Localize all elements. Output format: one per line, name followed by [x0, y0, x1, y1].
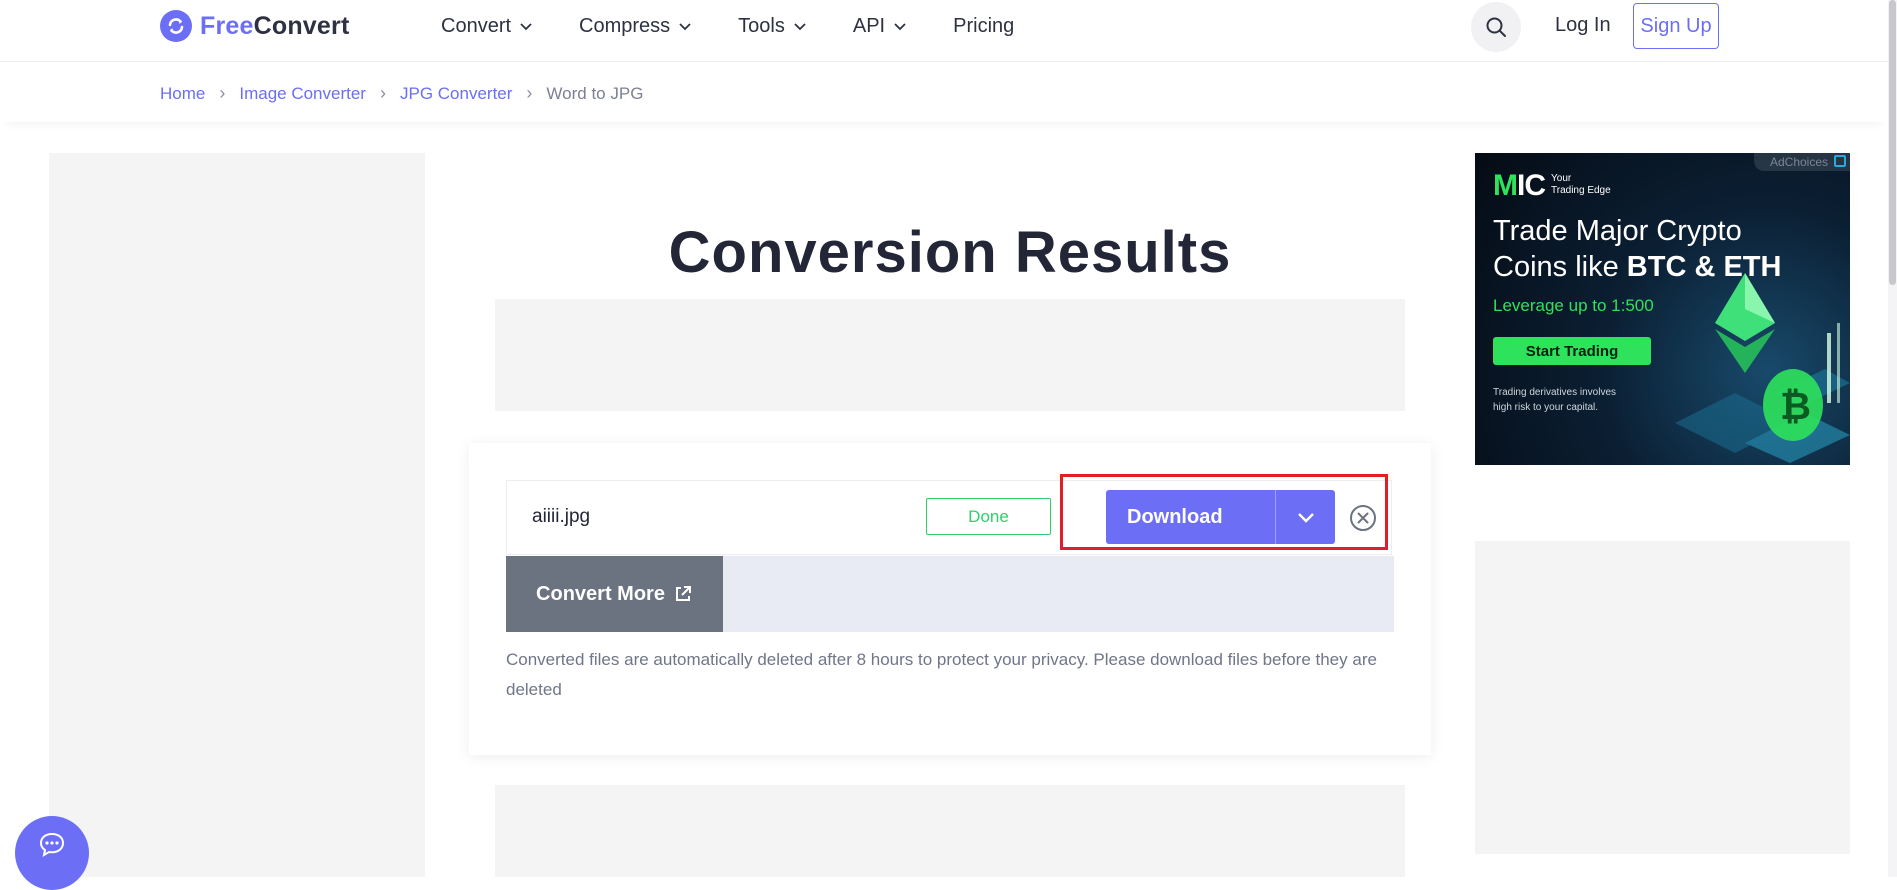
chevron-right-icon: ›: [526, 83, 533, 103]
nav-pricing-label: Pricing: [953, 14, 1015, 37]
nav-tools[interactable]: Tools: [738, 15, 807, 38]
adchoices-icon: [1834, 155, 1846, 167]
nav-api[interactable]: API: [853, 15, 907, 38]
nav-api-label: API: [852, 14, 886, 37]
download-options-toggle[interactable]: [1275, 490, 1335, 544]
download-button-label[interactable]: Download: [1106, 490, 1275, 544]
breadcrumb-current: Word to JPG: [546, 83, 644, 103]
chevron-down-icon: [679, 23, 691, 31]
ad-slot-bottom: [495, 785, 1405, 877]
result-actions-row: Convert More: [506, 556, 1394, 632]
ad-slot-left: [49, 153, 425, 877]
nav-convert[interactable]: Convert: [441, 15, 533, 38]
top-navigation-bar: FreeConvert Convert Compress Tools API P…: [0, 0, 1888, 62]
ad-brand-tagline: Your Trading Edge: [1551, 173, 1611, 197]
chevron-down-icon: [1297, 513, 1314, 523]
ad-leverage-text: Leverage up to 1:500: [1493, 296, 1654, 315]
main-nav: Convert Compress Tools API Pricing: [441, 0, 1060, 52]
ad-start-trading-button[interactable]: Start Trading: [1493, 337, 1651, 365]
status-badge: Done: [926, 498, 1051, 535]
ad-brand-tagline-2: Trading Edge: [1551, 185, 1611, 196]
ad-brand-tagline-1: Your: [1551, 173, 1572, 184]
convert-logo-icon: [160, 10, 192, 42]
crypto-artwork-icon: ₿: [1675, 273, 1850, 463]
search-button[interactable]: [1471, 2, 1521, 52]
chevron-down-icon: [894, 23, 906, 31]
logo-text-convert: Convert: [253, 11, 350, 40]
ad-headline-line2-prefix: Coins like: [1493, 251, 1627, 283]
nav-tools-label: Tools: [738, 14, 785, 37]
logo-text: FreeConvert: [200, 12, 349, 41]
breadcrumb: Home › Image Converter › JPG Converter ›…: [160, 83, 643, 104]
external-link-icon: [675, 586, 691, 601]
ad-disclaimer: Trading derivatives involves high risk t…: [1493, 385, 1643, 415]
signup-button[interactable]: Sign Up: [1633, 3, 1719, 49]
adchoices-badge[interactable]: AdChoices: [1753, 153, 1850, 171]
login-link[interactable]: Log In: [1555, 14, 1611, 37]
ad-brand: MIC Your Trading Edge: [1493, 169, 1611, 203]
chevron-right-icon: ›: [379, 83, 386, 103]
page-scrollbar[interactable]: [1888, 0, 1897, 877]
chevron-down-icon: [520, 23, 532, 31]
ad-headline-line1: Trade Major Crypto: [1493, 215, 1742, 247]
nav-compress-label: Compress: [579, 14, 671, 37]
download-button[interactable]: Download: [1106, 490, 1335, 544]
nav-compress[interactable]: Compress: [579, 15, 692, 38]
chevron-right-icon: ›: [219, 83, 226, 103]
ad-disclaimer-1: Trading derivatives involves: [1493, 387, 1617, 398]
breadcrumb-home[interactable]: Home: [160, 84, 205, 104]
svg-text:₿: ₿: [1780, 384, 1811, 428]
close-circle-icon: [1350, 505, 1376, 531]
page-title: Conversion Results: [668, 219, 1232, 285]
nav-convert-label: Convert: [441, 14, 512, 37]
breadcrumb-bar: Home › Image Converter › JPG Converter ›…: [0, 62, 1888, 122]
chat-bubble-icon: [39, 832, 65, 858]
freeconvert-logo[interactable]: FreeConvert: [160, 10, 349, 42]
file-name: aiiii.jpg: [532, 506, 591, 527]
ad-slot-top: [495, 299, 1405, 411]
scrollbar-thumb[interactable]: [1889, 0, 1896, 285]
convert-more-label: Convert More: [536, 582, 665, 605]
nav-pricing[interactable]: Pricing: [953, 15, 1014, 38]
ad-disclaimer-2: high risk to your capital.: [1493, 402, 1599, 413]
ad-slot-right-lower: [1475, 541, 1850, 854]
search-icon: [1486, 17, 1506, 37]
convert-more-button[interactable]: Convert More: [506, 556, 723, 632]
privacy-note: Converted files are automatically delete…: [506, 650, 1377, 699]
logo-text-free: Free: [200, 11, 254, 40]
breadcrumb-jpg-converter[interactable]: JPG Converter: [400, 84, 512, 104]
remove-file-button[interactable]: [1349, 504, 1377, 532]
crypto-ad-banner[interactable]: AdChoices MIC Your Trading Edge Trade Ma…: [1475, 153, 1850, 465]
breadcrumb-image-converter[interactable]: Image Converter: [239, 84, 366, 104]
ad-brand-logo: MIC: [1493, 169, 1546, 202]
chevron-down-icon: [794, 23, 806, 31]
adchoices-label: AdChoices: [1769, 155, 1828, 169]
chat-support-button[interactable]: [15, 816, 89, 890]
